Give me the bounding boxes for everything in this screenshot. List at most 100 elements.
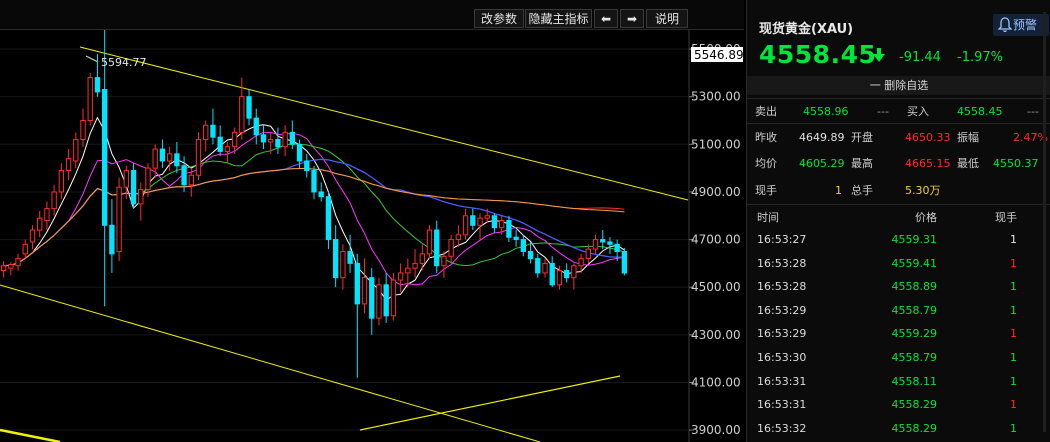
prev-close-value: 4649.89	[799, 131, 845, 144]
candle-body	[383, 284, 389, 317]
candle-body	[65, 158, 72, 172]
candle-body	[87, 77, 93, 121]
candle-body	[296, 143, 303, 162]
sell-volume: ---	[877, 105, 889, 118]
price-axis-label: 4500.00	[691, 280, 741, 294]
open-label: 开盘	[851, 131, 873, 144]
candle-body	[361, 277, 368, 305]
price-change-percent: -1.97%	[957, 50, 1003, 65]
candle-body	[506, 220, 512, 238]
alert-label: 预警	[1013, 18, 1038, 32]
price-axis: 5500.005300.005100.004900.004700.004500.…	[688, 30, 741, 442]
candle-body	[325, 196, 332, 241]
tick-volume: 1	[1010, 421, 1017, 435]
tick-header-volume: 现手	[995, 211, 1017, 224]
tick-header-price: 价格	[915, 211, 937, 224]
candle-body	[376, 284, 382, 319]
low-label: 最低	[957, 157, 979, 170]
hide-indicators-button[interactable]: 隐藏主指标	[525, 9, 592, 28]
chart-panel[interactable]: 5500.005300.005100.004900.004700.004500.…	[0, 0, 744, 442]
candle-body	[8, 264, 14, 269]
candle-body	[592, 239, 599, 250]
candle-body	[513, 236, 519, 241]
tick-volume: 1	[1010, 303, 1017, 317]
candle-body	[405, 267, 411, 274]
sell-price: 4558.96	[803, 105, 849, 118]
tick-volume: 1	[1010, 280, 1017, 294]
candle-body	[210, 124, 216, 138]
tick-header-time: 时间	[757, 211, 779, 224]
candle-body	[239, 96, 245, 133]
tick-row: 16:53:31 4558.11 1	[747, 371, 1050, 393]
tick-time: 16:53:27	[757, 233, 807, 246]
divider	[747, 123, 1050, 124]
candle-body	[195, 139, 202, 176]
candle-body	[260, 134, 267, 143]
candle-body	[535, 258, 541, 274]
tick-row: 16:53:30 4558.79 1	[747, 347, 1050, 369]
candle-body	[426, 229, 433, 255]
current-volume-value: 1	[835, 184, 842, 197]
candle-body	[332, 239, 339, 279]
tick-volume: 1	[1010, 233, 1017, 246]
candle-body	[549, 262, 555, 286]
buy-volume: ---	[1027, 105, 1039, 118]
candle-body	[369, 277, 375, 319]
candle-body	[520, 239, 526, 252]
tick-price: 4558.29	[891, 398, 938, 412]
candle-body	[109, 224, 115, 255]
candle-body	[412, 262, 418, 269]
candle-body	[462, 215, 469, 236]
high-label: 最高	[851, 157, 873, 170]
candle-body	[347, 250, 353, 264]
arrow-right-icon[interactable]: ➡	[620, 9, 644, 28]
instrument-title: 现货黄金(XAU)	[759, 22, 854, 37]
candle-body	[224, 146, 231, 152]
candle-body	[484, 215, 490, 219]
candle-body	[22, 243, 28, 255]
price-axis-label: 5300.00	[691, 90, 741, 104]
tick-price: 4558.29	[891, 421, 938, 435]
candle-body	[282, 131, 288, 148]
tick-row: 16:53:31 4558.29 1	[747, 394, 1050, 416]
tick-volume: 1	[1010, 351, 1017, 364]
candle-body	[29, 229, 36, 243]
candle-body	[448, 239, 454, 257]
chart-toolbar: 改参数 隐藏主指标 ⬅ ➡ 说明	[0, 0, 744, 30]
candle-body	[304, 160, 310, 172]
candle-body	[152, 148, 158, 169]
candle-body	[188, 174, 194, 186]
candle-body	[0, 265, 7, 272]
help-button[interactable]: 说明	[646, 9, 688, 28]
buy-price: 4558.45	[957, 105, 1003, 118]
tick-price: 4558.79	[891, 351, 938, 364]
candle-body	[268, 139, 274, 143]
alert-button[interactable]: 预警	[993, 14, 1049, 36]
high-value: 4665.15	[905, 157, 951, 170]
candle-body	[542, 262, 548, 274]
candle-body	[600, 239, 606, 243]
avg-value: 4605.29	[799, 157, 845, 170]
remove-watchlist-button[interactable]: 一 删除自选	[747, 76, 1050, 95]
price-axis-label: 4900.00	[691, 185, 741, 199]
candle-body	[58, 170, 65, 193]
divider	[747, 98, 1050, 99]
prev-close-label: 昨收	[755, 131, 777, 144]
tick-row: 16:53:32 4558.29 1	[747, 418, 1050, 440]
candle-body	[80, 119, 86, 141]
price-axis-label: 4700.00	[691, 233, 741, 247]
candlestick-chart[interactable]: 5500.005300.005100.004900.004700.004500.…	[0, 0, 744, 442]
edit-params-button[interactable]: 改参数	[474, 9, 524, 28]
tick-price: 4558.11	[891, 374, 938, 388]
tick-volume: 1	[1010, 374, 1017, 388]
candle-body	[289, 131, 296, 145]
candle-body	[138, 189, 144, 205]
candle-body	[102, 89, 108, 226]
tick-volume: 1	[1010, 327, 1017, 341]
candle-body	[130, 170, 137, 205]
price-axis-label: 4300.00	[691, 328, 741, 342]
candle-body	[614, 243, 620, 252]
candle-body	[73, 139, 79, 162]
scrollbar[interactable]	[1043, 12, 1046, 432]
arrow-left-icon[interactable]: ⬅	[594, 9, 618, 28]
